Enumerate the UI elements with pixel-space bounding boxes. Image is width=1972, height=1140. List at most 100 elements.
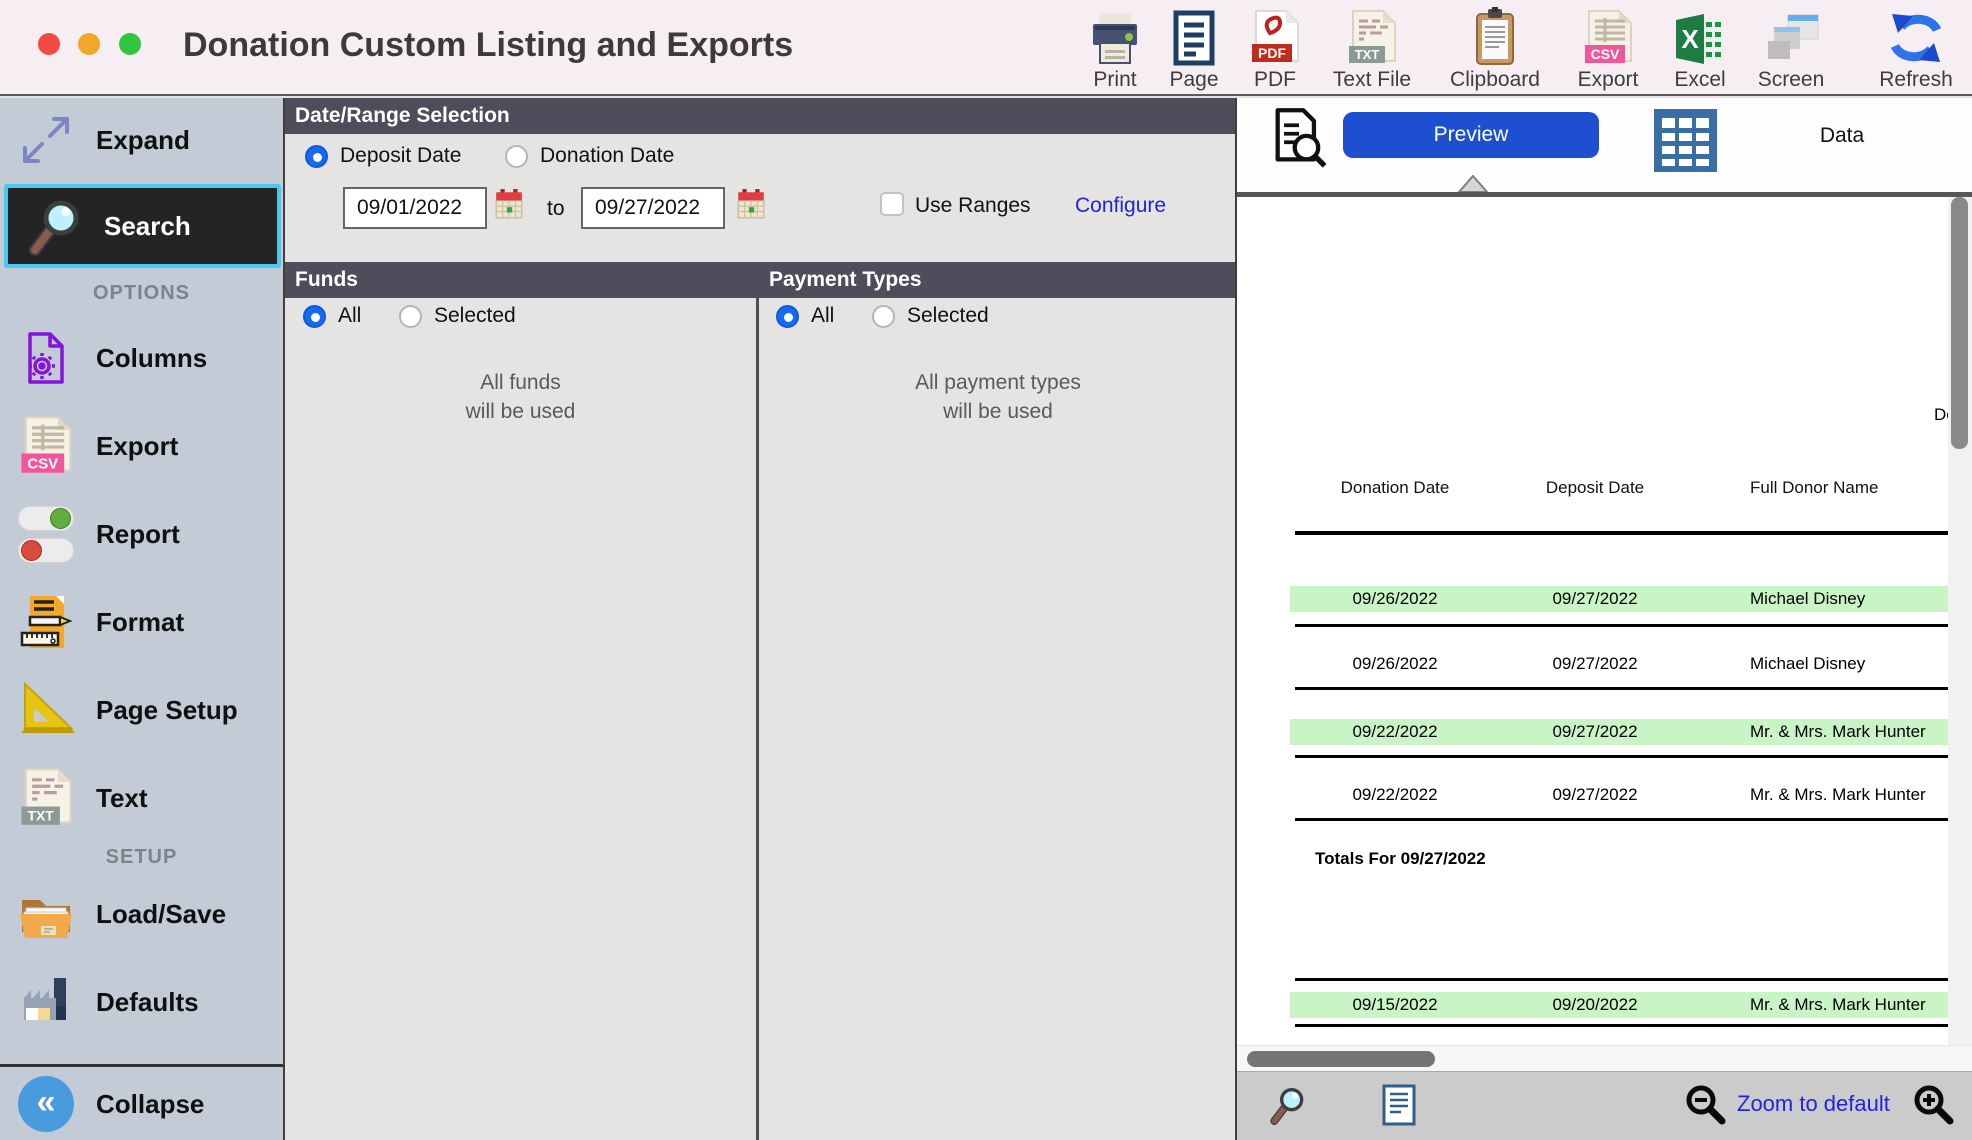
main-panel: Date/Range Selection Deposit Date Donati… [285,98,1237,1140]
to-date-input[interactable] [581,187,725,229]
excel-x-glyph: X [1681,24,1699,54]
date-range-section-header: Date/Range Selection [285,98,1235,134]
table-row: 09/22/2022 09/27/2022 Mr. & Mrs. Mark Hu… [1290,719,1948,745]
sidebar-section-setup: SETUP [0,846,283,869]
sidebar-item-collapse[interactable]: « Collapse [0,1068,283,1140]
radio-selected-icon[interactable] [305,145,328,168]
set-square-icon [14,682,78,738]
title-bar: Donation Custom Listing and Exports Prin… [0,0,1972,96]
sidebar-item-page-setup[interactable]: Page Setup [0,670,283,750]
to-word: to [547,197,565,221]
table-rule [1295,531,1948,535]
pdf-button[interactable]: PDF PDF [1220,5,1330,93]
from-date-input[interactable] [343,187,487,229]
horizontal-scrollbar[interactable] [1237,1045,1972,1071]
payment-types-all-radio[interactable]: All [776,304,834,328]
pdf-file-icon: PDF [1220,5,1330,67]
payment-types-note: All payment types will be used [759,368,1237,426]
preview-bottom-bar: Zoom to default [1237,1071,1972,1140]
window-title: Donation Custom Listing and Exports [183,26,793,65]
sidebar-item-expand[interactable]: Expand [0,100,283,180]
table-row: 09/22/2022 09/27/2022 Mr. & Mrs. Mark Hu… [1290,782,1948,808]
sidebar-section-options: OPTIONS [0,282,283,305]
txt-file-icon: TXT [14,767,78,829]
vertical-scrollbar[interactable] [1948,197,1972,1045]
sidebar-item-report[interactable]: Report [0,494,283,574]
search-icon [22,196,86,256]
truncated-report-header: De [1934,405,1948,425]
app-window: { "window": { "title": "Donation Custom … [0,0,1972,1140]
close-window-button[interactable] [38,33,60,55]
format-doc-pencil-icon [14,594,78,650]
horizontal-scrollbar-thumb[interactable] [1247,1051,1435,1067]
sidebar-item-export[interactable]: CSV Export [0,406,283,486]
screen-button[interactable]: Screen [1736,5,1846,93]
clipboard-icon [1440,5,1550,67]
zoom-in-icon[interactable] [1912,1083,1956,1132]
sidebar-item-defaults[interactable]: Defaults [0,962,283,1042]
table-rule [1295,978,1948,981]
clipboard-button[interactable]: Clipboard [1440,5,1550,93]
funds-note: All funds will be used [285,368,756,426]
funds-all-radio[interactable]: All [303,304,361,328]
radio-selected-icon[interactable] [776,305,799,328]
svg-text:TXT: TXT [28,807,55,823]
txt-badge: TXT [1355,47,1380,62]
search-preview-icon[interactable] [1267,1085,1307,1130]
sidebar-divider [0,1064,283,1067]
tab-preview[interactable]: Preview [1343,112,1599,158]
sidebar-item-format[interactable]: Format [0,582,283,662]
table-rule [1295,755,1948,758]
table-rule [1295,624,1948,627]
use-ranges-label: Use Ranges [915,194,1031,218]
vertical-scrollbar-thumb[interactable] [1951,197,1968,449]
deposit-date-radio[interactable]: Deposit Date [305,144,461,168]
zoom-window-button[interactable] [119,33,141,55]
radio-unselected-icon[interactable] [505,145,528,168]
factory-icon [14,974,78,1030]
from-calendar-icon[interactable] [495,188,523,225]
table-row: 09/15/2022 09/20/2022 Mr. & Mrs. Mark Hu… [1290,992,1948,1018]
table-rule [1295,818,1948,821]
refresh-button[interactable]: Refresh [1861,5,1971,93]
payment-types-selected-radio[interactable]: Selected [872,304,989,328]
table-rule [1295,687,1948,690]
svg-text:CSV: CSV [27,455,58,472]
refresh-icon [1861,5,1971,67]
sidebar-item-load-save[interactable]: Load/Save [0,874,283,954]
expand-arrows-icon [14,111,78,169]
preview-panel: Preview Data De Donation Date Deposit Da… [1237,98,1972,1140]
radio-unselected-icon[interactable] [399,305,422,328]
report-page-icon[interactable] [1381,1084,1417,1131]
configure-link[interactable]: Configure [1075,194,1166,218]
sidebar-item-columns[interactable]: Columns [0,318,283,398]
columns-doc-gear-icon [14,330,78,386]
table-row: 09/26/2022 09/27/2022 Michael Disney [1290,651,1948,677]
column-header-deposit-date: Deposit Date [1515,478,1675,498]
table-rule [1295,1024,1948,1027]
radio-unselected-icon[interactable] [872,305,895,328]
pdf-badge: PDF [1258,45,1286,61]
collapse-chevrons-icon: « [14,1076,78,1132]
sidebar-item-search[interactable]: Search [4,184,281,268]
zoom-out-icon[interactable] [1684,1083,1728,1132]
minimize-window-button[interactable] [78,33,100,55]
column-header-donation-date: Donation Date [1315,478,1475,498]
tab-data[interactable]: Data [1792,124,1892,148]
folder-icon [14,886,78,942]
csv-file-icon: CSV [14,415,78,477]
zoom-to-default-link[interactable]: Zoom to default [1737,1091,1890,1117]
txt-file-icon: TXT [1317,5,1427,67]
to-calendar-icon[interactable] [737,188,765,225]
text-file-button[interactable]: TXT Text File [1317,5,1427,93]
donation-date-radio[interactable]: Donation Date [505,144,674,168]
sidebar-item-text[interactable]: TXT Text [0,758,283,838]
column-header-full-donor-name: Full Donor Name [1750,478,1879,498]
use-ranges-checkbox[interactable] [880,192,904,216]
funds-selected-radio[interactable]: Selected [399,304,516,328]
sidebar: Expand Search OPTIONS Columns [0,98,285,1140]
toggle-on-icon [18,506,74,531]
payment-types-section-header: Payment Types [759,262,1235,298]
radio-selected-icon[interactable] [303,305,326,328]
data-grid-icon[interactable] [1654,109,1717,177]
